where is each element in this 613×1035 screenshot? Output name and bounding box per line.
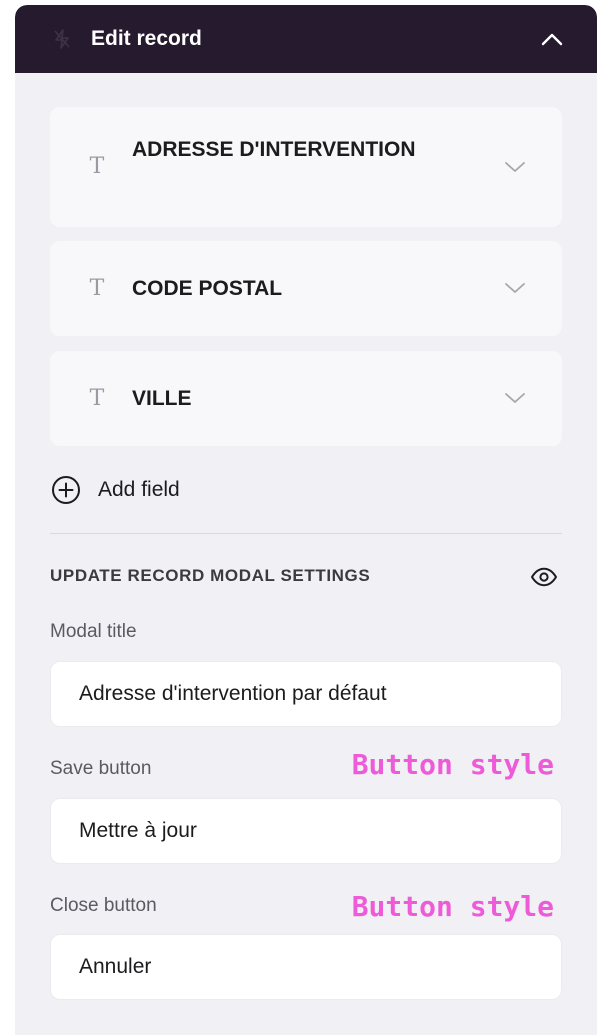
edit-record-panel: Edit record T ADRESSE D'INTERVENTION T C… — [15, 5, 597, 1035]
panel-title: Edit record — [91, 27, 202, 50]
save-button-style-annotation: Button style — [351, 748, 554, 781]
chevron-down-icon[interactable] — [504, 281, 526, 295]
add-field-label: Add field — [98, 478, 180, 501]
close-button-input[interactable] — [50, 934, 562, 1000]
zap-off-icon — [54, 29, 70, 49]
add-field-button[interactable]: Add field — [50, 472, 180, 508]
close-button-style-annotation: Button style — [351, 890, 554, 923]
field-label: ADRESSE D'INTERVENTION — [132, 138, 416, 161]
chevron-down-icon[interactable] — [504, 160, 526, 174]
close-button-label: Close button — [50, 895, 157, 916]
text-type-icon: T — [89, 386, 105, 411]
plus-circle-icon — [52, 476, 80, 504]
divider — [50, 533, 562, 534]
save-button-label: Save button — [50, 758, 152, 779]
field-label: VILLE — [132, 387, 192, 410]
section-title: UPDATE RECORD MODAL SETTINGS — [50, 566, 371, 585]
field-card-code-postal[interactable]: T CODE POSTAL — [50, 241, 562, 336]
field-card-adresse[interactable]: T ADRESSE D'INTERVENTION — [50, 107, 562, 227]
save-button-input[interactable] — [50, 798, 562, 864]
modal-title-label: Modal title — [50, 621, 137, 642]
panel-header[interactable]: Edit record — [15, 5, 597, 73]
field-card-ville[interactable]: T VILLE — [50, 351, 562, 446]
chevron-down-icon[interactable] — [504, 391, 526, 405]
chevron-up-icon[interactable] — [541, 29, 563, 49]
text-type-icon: T — [89, 276, 105, 301]
eye-icon[interactable] — [530, 567, 558, 587]
field-label: CODE POSTAL — [132, 277, 283, 300]
modal-title-input[interactable] — [50, 661, 562, 727]
text-type-icon: T — [89, 154, 105, 179]
